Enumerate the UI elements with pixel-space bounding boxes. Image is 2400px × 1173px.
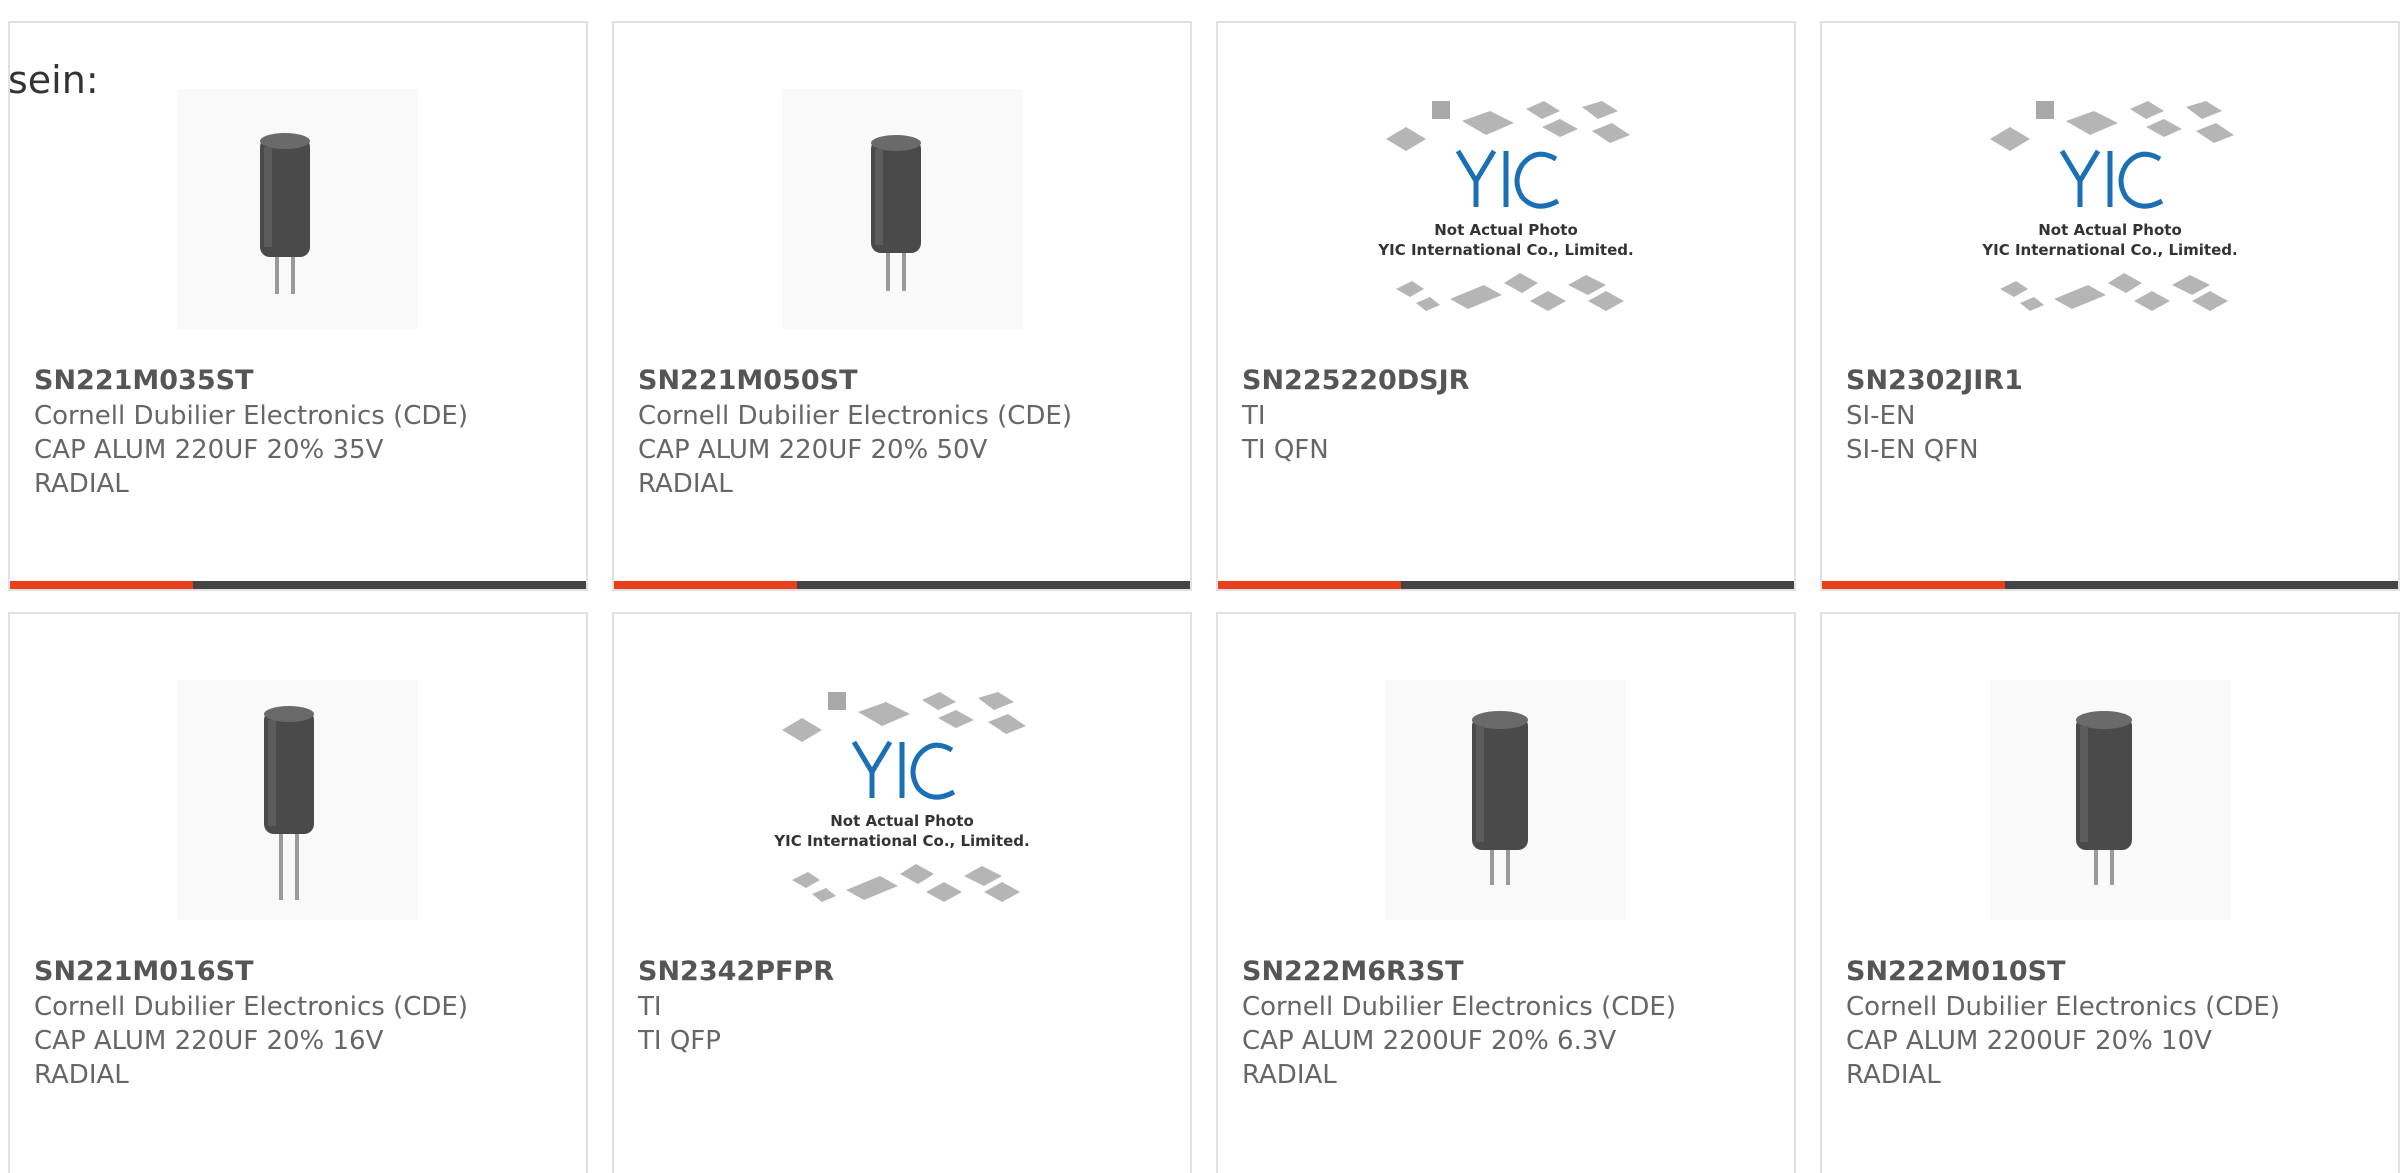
product-card[interactable]: SN221M050ST Cornell Dubilier Electronics… xyxy=(612,21,1192,591)
product-grid-page: sein: SN221M035ST Cornell Dubilier Elect… xyxy=(0,0,2400,1173)
part-number-link[interactable]: SN221M016ST xyxy=(34,954,566,990)
product-info: SN221M016ST Cornell Dubilier Electronics… xyxy=(34,954,566,1092)
package: RADIAL xyxy=(34,469,129,499)
product-grid: sein: SN221M035ST Cornell Dubilier Elect… xyxy=(8,21,2400,1173)
product-card[interactable]: sein: SN221M035ST Cornell Dubilier Elect… xyxy=(8,21,588,591)
accent-bar-dark xyxy=(2005,581,2398,589)
product-card[interactable]: Not Actual Photo YIC International Co., … xyxy=(1216,21,1796,591)
product-card[interactable]: Not Actual Photo YIC International Co., … xyxy=(612,612,1192,1173)
part-number-link[interactable]: SN221M050ST xyxy=(638,363,1170,399)
product-card[interactable]: SN221M016ST Cornell Dubilier Electronics… xyxy=(8,612,588,1173)
placeholder-image[interactable]: Not Actual Photo YIC International Co., … xyxy=(1366,89,1646,329)
capacitor-image[interactable] xyxy=(782,89,1022,329)
part-number-link[interactable]: SN2302JIR1 xyxy=(1846,363,2378,399)
product-card[interactable]: SN222M6R3ST Cornell Dubilier Electronics… xyxy=(1216,612,1796,1173)
part-number-link[interactable]: SN221M035ST xyxy=(34,363,566,399)
accent-bar xyxy=(10,581,586,589)
manufacturer: Cornell Dubilier Electronics (CDE) xyxy=(34,992,468,1022)
yic-company-text: YIC International Co., Limited. xyxy=(773,832,1029,850)
package: RADIAL xyxy=(1242,1060,1337,1090)
accent-bar-orange xyxy=(614,581,797,589)
description: SI-EN QFN xyxy=(1846,435,1979,465)
description: CAP ALUM 220UF 20% 16V xyxy=(34,1026,384,1056)
not-actual-photo-text: Not Actual Photo xyxy=(830,812,974,830)
product-info: SN222M6R3ST Cornell Dubilier Electronics… xyxy=(1242,954,1774,1092)
placeholder-image[interactable]: Not Actual Photo YIC International Co., … xyxy=(1970,89,2250,329)
capacitor-image[interactable] xyxy=(178,89,418,329)
yic-company-text: YIC International Co., Limited. xyxy=(1981,241,2237,259)
description: CAP ALUM 220UF 20% 35V xyxy=(34,435,384,465)
manufacturer: Cornell Dubilier Electronics (CDE) xyxy=(1846,992,2280,1022)
part-number-link[interactable]: SN222M010ST xyxy=(1846,954,2378,990)
placeholder-image[interactable]: Not Actual Photo YIC International Co., … xyxy=(762,680,1042,920)
product-info: SN2342PFPR TI TI QFP xyxy=(638,954,1170,1058)
product-card[interactable]: Not Actual Photo YIC International Co., … xyxy=(1820,21,2400,591)
part-number-link[interactable]: SN225220DSJR xyxy=(1242,363,1774,399)
description: TI QFN xyxy=(1242,435,1329,465)
intro-text: sein: xyxy=(8,58,99,102)
not-actual-photo-text: Not Actual Photo xyxy=(2038,221,2182,239)
capacitor-image[interactable] xyxy=(1990,680,2230,920)
description: CAP ALUM 2200UF 20% 10V xyxy=(1846,1026,2212,1056)
manufacturer: Cornell Dubilier Electronics (CDE) xyxy=(34,401,468,431)
not-actual-photo-text: Not Actual Photo xyxy=(1434,221,1578,239)
product-info: SN225220DSJR TI TI QFN xyxy=(1242,363,1774,467)
manufacturer: Cornell Dubilier Electronics (CDE) xyxy=(1242,992,1676,1022)
manufacturer: Cornell Dubilier Electronics (CDE) xyxy=(638,401,1072,431)
part-number-link[interactable]: SN2342PFPR xyxy=(638,954,1170,990)
manufacturer: TI xyxy=(638,992,662,1022)
accent-bar xyxy=(1822,581,2398,589)
accent-bar-dark xyxy=(797,581,1190,589)
capacitor-image[interactable] xyxy=(178,680,418,920)
yic-company-text: YIC International Co., Limited. xyxy=(1377,241,1633,259)
product-info: SN222M010ST Cornell Dubilier Electronics… xyxy=(1846,954,2378,1092)
accent-bar-orange xyxy=(10,581,193,589)
package: RADIAL xyxy=(34,1060,129,1090)
accent-bar xyxy=(1218,581,1794,589)
product-info: SN221M050ST Cornell Dubilier Electronics… xyxy=(638,363,1170,501)
description: TI QFP xyxy=(638,1026,721,1056)
product-card[interactable]: SN222M010ST Cornell Dubilier Electronics… xyxy=(1820,612,2400,1173)
product-info: SN221M035ST Cornell Dubilier Electronics… xyxy=(34,363,566,501)
manufacturer: TI xyxy=(1242,401,1266,431)
accent-bar-dark xyxy=(193,581,586,589)
manufacturer: SI-EN xyxy=(1846,401,1916,431)
part-number-link[interactable]: SN222M6R3ST xyxy=(1242,954,1774,990)
product-info: SN2302JIR1 SI-EN SI-EN QFN xyxy=(1846,363,2378,467)
description: CAP ALUM 220UF 20% 50V xyxy=(638,435,988,465)
package: RADIAL xyxy=(1846,1060,1941,1090)
capacitor-image[interactable] xyxy=(1386,680,1626,920)
accent-bar-dark xyxy=(1401,581,1794,589)
accent-bar xyxy=(614,581,1190,589)
package: RADIAL xyxy=(638,469,733,499)
accent-bar-orange xyxy=(1822,581,2005,589)
description: CAP ALUM 2200UF 20% 6.3V xyxy=(1242,1026,1617,1056)
accent-bar-orange xyxy=(1218,581,1401,589)
